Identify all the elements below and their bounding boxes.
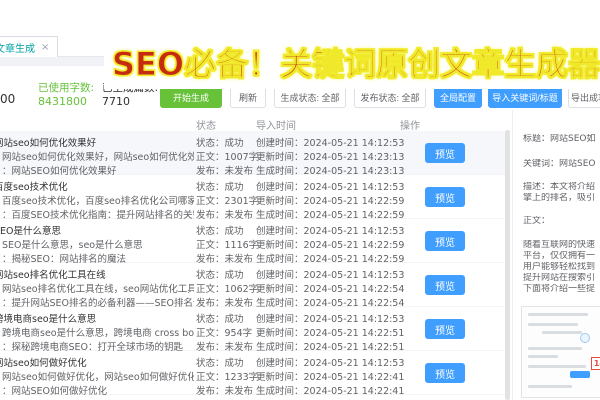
row-status: 状态：成功 (196, 358, 244, 369)
row-created-time: 创建时间：2024-05-21 14:12:53 (256, 358, 405, 369)
table-row: 网站seo如何做好优化 网站seo如何做好优化，网站seo如何做好优化策略 ：网… (0, 351, 505, 397)
row-description: ：网站SEO如何做好优化 (2, 386, 108, 397)
start-generate-button[interactable]: 开始生成 (160, 86, 222, 108)
row-keyword: 网站seo如何做好优化 (0, 358, 87, 369)
overlay-banner-title: SEO必备！关键词原创文章生成器（TDK自动 (104, 37, 600, 89)
preview-text-line: 擎上的排名，吸引 (523, 193, 596, 203)
generate-status-select[interactable]: 生成状态: 全部 (274, 86, 346, 108)
preview-button[interactable]: 预览 (425, 231, 465, 251)
row-title: 网站seo排名优化工具在线，seo网站优化工具大全 (2, 284, 194, 295)
column-header-action: 操作 (400, 121, 420, 132)
export-success-button[interactable]: 导出成功文章 (568, 86, 600, 108)
row-publish-status: 发布：未发布 (196, 386, 254, 397)
row-created-time: 创建时间：2024-05-21 14:12:53 (256, 314, 405, 325)
row-generated-time: 生成时间：2024-05-21 14:22:41 (256, 386, 405, 397)
preview-text-line: 提升网站在搜索引 (523, 273, 596, 283)
step-badge: 14 (590, 357, 600, 370)
preview-text-line: 关键词：网站SEO (523, 159, 596, 169)
column-header-status: 状态 (196, 121, 216, 132)
vertical-scrollbar[interactable] (505, 130, 510, 400)
cloud-icon (580, 333, 590, 343)
preview-button[interactable]: 预览 (425, 187, 465, 207)
row-word-count: 正文：1116字 (196, 240, 259, 251)
row-title: 百度seo技术优化，百度seo排名优化公司哪家好 (2, 196, 194, 207)
preview-text-line: 下面将介绍一些提 (523, 284, 596, 294)
row-keyword: SEO是什么意思 (0, 226, 62, 237)
row-updated-time: 更新时间：2024-05-21 14:22:59 (256, 196, 405, 207)
row-keyword: 跨境电商seo是什么意思 (0, 314, 97, 325)
close-icon[interactable]: × (41, 42, 49, 53)
table-row: 网站seo如何优化效果好 网站seo如何优化效果好，网站seo如何优化效果好些 … (0, 131, 505, 177)
table-row: 百度seo技术优化 百度seo技术优化，百度seo排名优化公司哪家好 ：百度SE… (0, 175, 505, 221)
preview-button[interactable]: 预览 (425, 143, 465, 163)
row-status: 状态：成功 (196, 314, 244, 325)
preview-thumbnail: 14 (521, 306, 600, 398)
row-updated-time: 更新时间：2024-05-21 14:22:41 (256, 372, 405, 383)
row-word-count: 正文：1062字 (196, 284, 259, 295)
row-status: 状态：成功 (196, 270, 244, 281)
row-created-time: 创建时间：2024-05-21 14:12:53 (256, 270, 405, 281)
row-updated-time: 更新时间：2024-05-21 14:23:13 (256, 152, 405, 163)
row-created-time: 创建时间：2024-05-21 14:12:53 (256, 182, 405, 193)
app-window: 文章生成 × SEO必备！关键词原创文章生成器（TDK自动 00 已使用字数: … (0, 0, 600, 400)
row-word-count: 正文：1007字 (196, 152, 259, 163)
preview-text: 标题：网站SEO如 关键词：网站SEO 描述：本文将介绍 擎上的排名，吸引 正文： 随着互… (523, 134, 600, 295)
row-title: 跨境电商seo是什么意思，跨境电商 cross border (2, 328, 194, 339)
row-updated-time: 更新时间：2024-05-21 14:22:54 (256, 284, 405, 295)
row-keyword: 网站seo排名优化工具在线 (0, 270, 106, 281)
row-status: 状态：成功 (196, 182, 244, 193)
row-word-count: 正文：2301字 (196, 196, 259, 207)
preview-text-line: 随着互联网的快速 (523, 240, 596, 250)
row-status: 状态：成功 (196, 226, 244, 237)
publish-status-select[interactable]: 发布状态: 全部 (354, 86, 426, 108)
row-updated-time: 更新时间：2024-05-21 14:22:51 (256, 328, 405, 339)
refresh-button[interactable]: 刷新 (230, 86, 266, 108)
preview-text-line: 平台，仅仅拥有一 (523, 251, 596, 261)
preview-text-line: 正文： (523, 216, 551, 226)
global-config-button[interactable]: 全局配置 (434, 86, 482, 108)
tab-article-generation[interactable]: 文章生成 × (0, 36, 59, 57)
row-updated-time: 更新时间：2024-05-21 14:22:59 (256, 240, 405, 251)
row-created-time: 创建时间：2024-05-21 14:12:53 (256, 138, 405, 149)
row-title: 网站seo如何做好优化，网站seo如何做好优化策略 (2, 372, 194, 383)
row-keyword: 网站seo如何优化效果好 (0, 138, 97, 149)
article-table: 网站seo如何优化效果好 网站seo如何优化效果好，网站seo如何优化效果好些 … (0, 131, 505, 397)
import-keywords-button[interactable]: 导入关键词/标题 (488, 86, 562, 108)
stat-partial-value: 00 (0, 92, 16, 106)
generated-count-value: 7710 (102, 95, 130, 108)
tab-label: 文章生成 (0, 43, 35, 55)
row-status: 状态：成功 (196, 138, 244, 149)
row-title: SEO是什么意思，seo是什么意思 (2, 240, 143, 251)
preview-panel: 标题：网站SEO如 关键词：网站SEO 描述：本文将介绍 擎上的排名，吸引 正文： 随着互… (512, 110, 600, 400)
thumbnail-blue-button (570, 371, 590, 378)
table-row: 网站seo排名优化工具在线 网站seo排名优化工具在线，seo网站优化工具大全 … (0, 263, 505, 309)
row-title: 网站seo如何优化效果好，网站seo如何优化效果好些 (2, 152, 194, 163)
preview-text-line: 描述：本文将介绍 (523, 182, 596, 192)
row-keyword: 百度seo技术优化 (0, 182, 68, 193)
row-word-count: 正文：954字 (196, 328, 253, 339)
row-word-count: 正文：1233字 (196, 372, 259, 383)
row-created-time: 创建时间：2024-05-21 14:12:53 (256, 226, 405, 237)
used-words-value: 8431800 (38, 95, 87, 108)
table-row: SEO是什么意思 SEO是什么意思，seo是什么意思 ：揭秘SEO：网站排名的魔… (0, 219, 505, 265)
preview-button[interactable]: 预览 (425, 275, 465, 295)
preview-text-line: 标题：网站SEO如 (523, 134, 596, 144)
table-row: 跨境电商seo是什么意思 跨境电商seo是什么意思，跨境电商 cross bor… (0, 307, 505, 353)
column-header-import-time: 导入时间 (256, 121, 296, 132)
preview-text-line: 用户能够轻松找到 (523, 262, 596, 272)
preview-button[interactable]: 预览 (425, 363, 465, 383)
used-words-label: 已使用字数: (38, 82, 95, 94)
preview-button[interactable]: 预览 (425, 319, 465, 339)
